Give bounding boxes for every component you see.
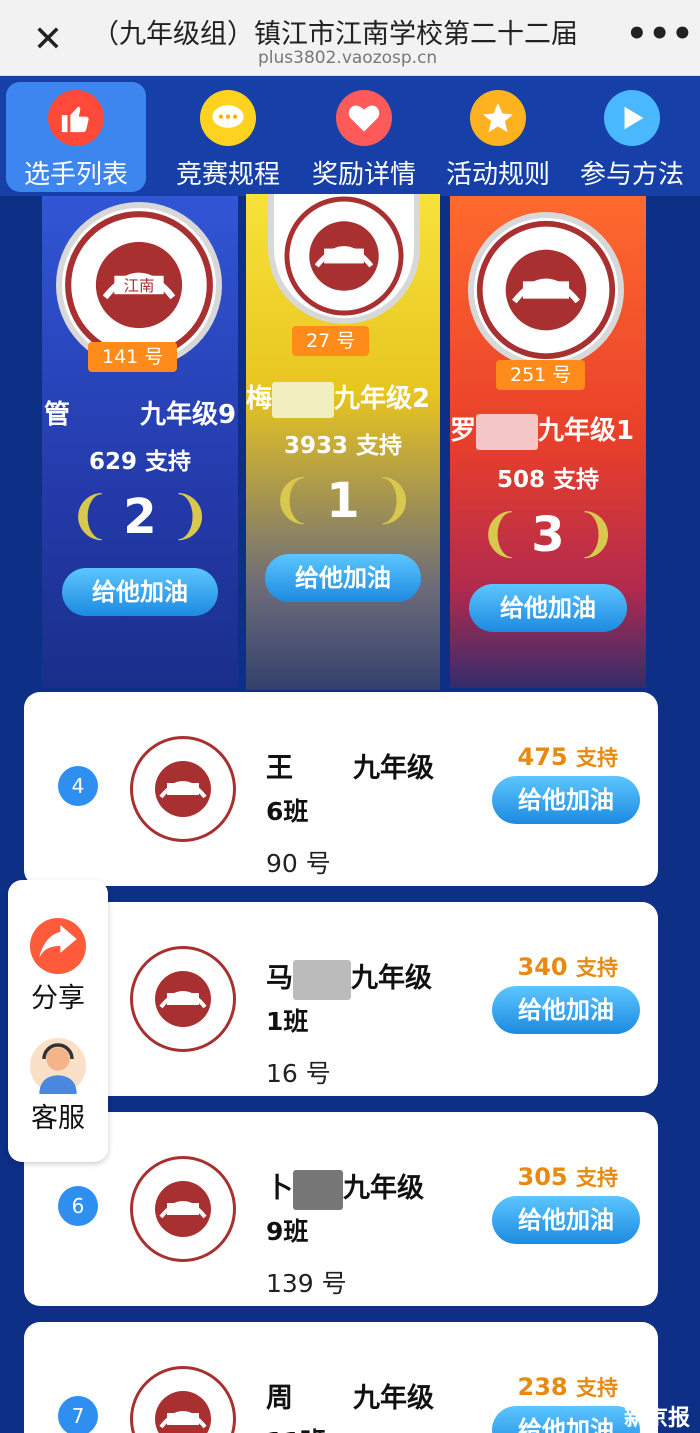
star-icon bbox=[470, 90, 526, 146]
rank-circle: 6 bbox=[58, 1186, 98, 1226]
browser-top-bar: ✕ （九年级组）镇江市江南学校第二十二届 plus3802.vaozosp.cn… bbox=[0, 0, 700, 76]
cheer-button[interactable]: 给他加油 bbox=[62, 568, 218, 616]
player-number: 16 号 bbox=[266, 1059, 331, 1088]
school-logo bbox=[130, 1366, 236, 1433]
player-class: 9班 bbox=[266, 1217, 309, 1246]
laurel-left-icon: ❨ bbox=[478, 504, 522, 564]
support-count: 238 支持 bbox=[517, 1373, 618, 1401]
customer-service-label[interactable]: 客服 bbox=[8, 1096, 108, 1135]
podium-first: 27 号 梅九年级2 3933 支持 ❨ 1 ❩ 给他加油 bbox=[246, 194, 440, 690]
player-number: 90 号 bbox=[266, 849, 331, 878]
school-logo bbox=[130, 946, 236, 1052]
tab-activity-rules[interactable]: 活动规则 bbox=[428, 82, 568, 192]
list-item[interactable]: 6 卜九年级 9班 139 号 305 支持 给他加油 bbox=[24, 1112, 658, 1306]
school-logo bbox=[130, 1156, 236, 1262]
heart-icon bbox=[336, 90, 392, 146]
rank-circle: 7 bbox=[58, 1396, 98, 1433]
support-count: 475 支持 bbox=[517, 743, 618, 771]
support-count: 340 支持 bbox=[517, 953, 618, 981]
page-title: （九年级组）镇江市江南学校第二十二届 bbox=[92, 19, 578, 50]
player-number: 139 号 bbox=[266, 1269, 347, 1298]
watermark: 新京报 bbox=[623, 1406, 690, 1431]
cheer-button[interactable]: 给他加油 bbox=[492, 1406, 640, 1433]
player-class: 1班 bbox=[266, 1007, 309, 1036]
more-icon[interactable]: ••• bbox=[626, 14, 693, 54]
player-name: 马九年级 bbox=[266, 956, 432, 1000]
school-logo bbox=[130, 736, 236, 842]
logo-center-text: 江南 bbox=[124, 277, 155, 295]
player-name: 管九年级9 bbox=[44, 400, 237, 430]
rank-laurel: ❨ 3 ❩ bbox=[450, 500, 646, 570]
share-label[interactable]: 分享 bbox=[8, 976, 108, 1015]
support-count: 305 支持 bbox=[517, 1163, 618, 1191]
player-number-badge: 251 号 bbox=[496, 360, 586, 390]
laurel-right-icon: ❩ bbox=[168, 486, 212, 546]
list-item[interactable]: 4 王九年级 6班 90 号 475 支持 给他加油 bbox=[24, 692, 658, 886]
player-name: 梅九年级2 bbox=[246, 378, 430, 418]
close-icon[interactable]: ✕ bbox=[28, 20, 68, 60]
laurel-left-icon: ❨ bbox=[270, 470, 314, 530]
player-number-badge: 141 号 bbox=[88, 342, 178, 372]
rank-number: 1 bbox=[326, 473, 360, 529]
tab-label: 参与方法 bbox=[579, 160, 684, 190]
player-number-badge: 27 号 bbox=[292, 326, 370, 356]
cheer-button[interactable]: 给他加油 bbox=[492, 986, 640, 1034]
school-logo bbox=[268, 194, 420, 324]
support-count: 508 支持 bbox=[496, 467, 600, 493]
laurel-left-icon: ❨ bbox=[68, 486, 112, 546]
podium-second: 江南 141 号 管九年级9 629 支持 ❨ 2 ❩ 给他加油 bbox=[42, 196, 238, 688]
cheer-button[interactable]: 给他加油 bbox=[265, 554, 421, 602]
laurel-right-icon: ❩ bbox=[372, 470, 416, 530]
tab-competition-rules[interactable]: 竞赛规程 bbox=[158, 82, 298, 192]
share-arrow-icon[interactable] bbox=[30, 918, 86, 974]
thumbs-up-icon bbox=[48, 90, 104, 146]
player-name: 卜九年级 bbox=[266, 1166, 424, 1210]
rank-number: 2 bbox=[123, 489, 157, 545]
tab-rewards[interactable]: 奖励详情 bbox=[294, 82, 434, 192]
support-count: 629 支持 bbox=[88, 449, 192, 475]
tab-label: 竞赛规程 bbox=[175, 160, 280, 190]
tab-player-list[interactable]: 选手列表 bbox=[6, 82, 146, 192]
play-icon bbox=[604, 90, 660, 146]
floating-side-panel: 分享 客服 bbox=[8, 880, 108, 1162]
list-item[interactable]: 7 周九年级 11班 238 支持 给他加油 bbox=[24, 1322, 658, 1433]
tab-label: 选手列表 bbox=[23, 160, 128, 190]
rank-circle: 4 bbox=[58, 766, 98, 806]
chat-bubble-icon bbox=[200, 90, 256, 146]
page-url: plus3802.vaozosp.cn bbox=[258, 48, 438, 68]
tab-label: 活动规则 bbox=[445, 160, 550, 190]
rank-number: 3 bbox=[531, 507, 565, 563]
player-name: 罗九年级1 bbox=[450, 410, 634, 450]
laurel-right-icon: ❩ bbox=[574, 504, 618, 564]
cheer-button[interactable]: 给他加油 bbox=[469, 584, 627, 632]
tab-label: 奖励详情 bbox=[311, 160, 416, 190]
rank-laurel: ❨ 2 ❩ bbox=[42, 482, 238, 552]
player-class: 11班 bbox=[266, 1422, 326, 1433]
tab-how-to-join[interactable]: 参与方法 bbox=[562, 82, 700, 192]
cheer-button[interactable]: 给他加油 bbox=[492, 1196, 640, 1244]
customer-service-icon[interactable] bbox=[30, 1038, 86, 1094]
support-count: 3933 支持 bbox=[283, 433, 403, 459]
player-name: 王九年级 bbox=[266, 753, 434, 784]
player-class: 6班 bbox=[266, 797, 309, 826]
player-name: 周九年级 bbox=[266, 1383, 434, 1414]
podium-third: 251 号 罗九年级1 508 支持 ❨ 3 ❩ 给他加油 bbox=[450, 196, 646, 688]
rank-laurel: ❨ 1 ❩ bbox=[246, 466, 440, 536]
cheer-button[interactable]: 给他加油 bbox=[492, 776, 640, 824]
list-item[interactable]: 5 马九年级 1班 16 号 340 支持 给他加油 bbox=[24, 902, 658, 1096]
tab-bar: 选手列表 竞赛规程 奖励详情 活动规则 参与方法 bbox=[0, 76, 700, 196]
school-logo bbox=[468, 212, 624, 368]
